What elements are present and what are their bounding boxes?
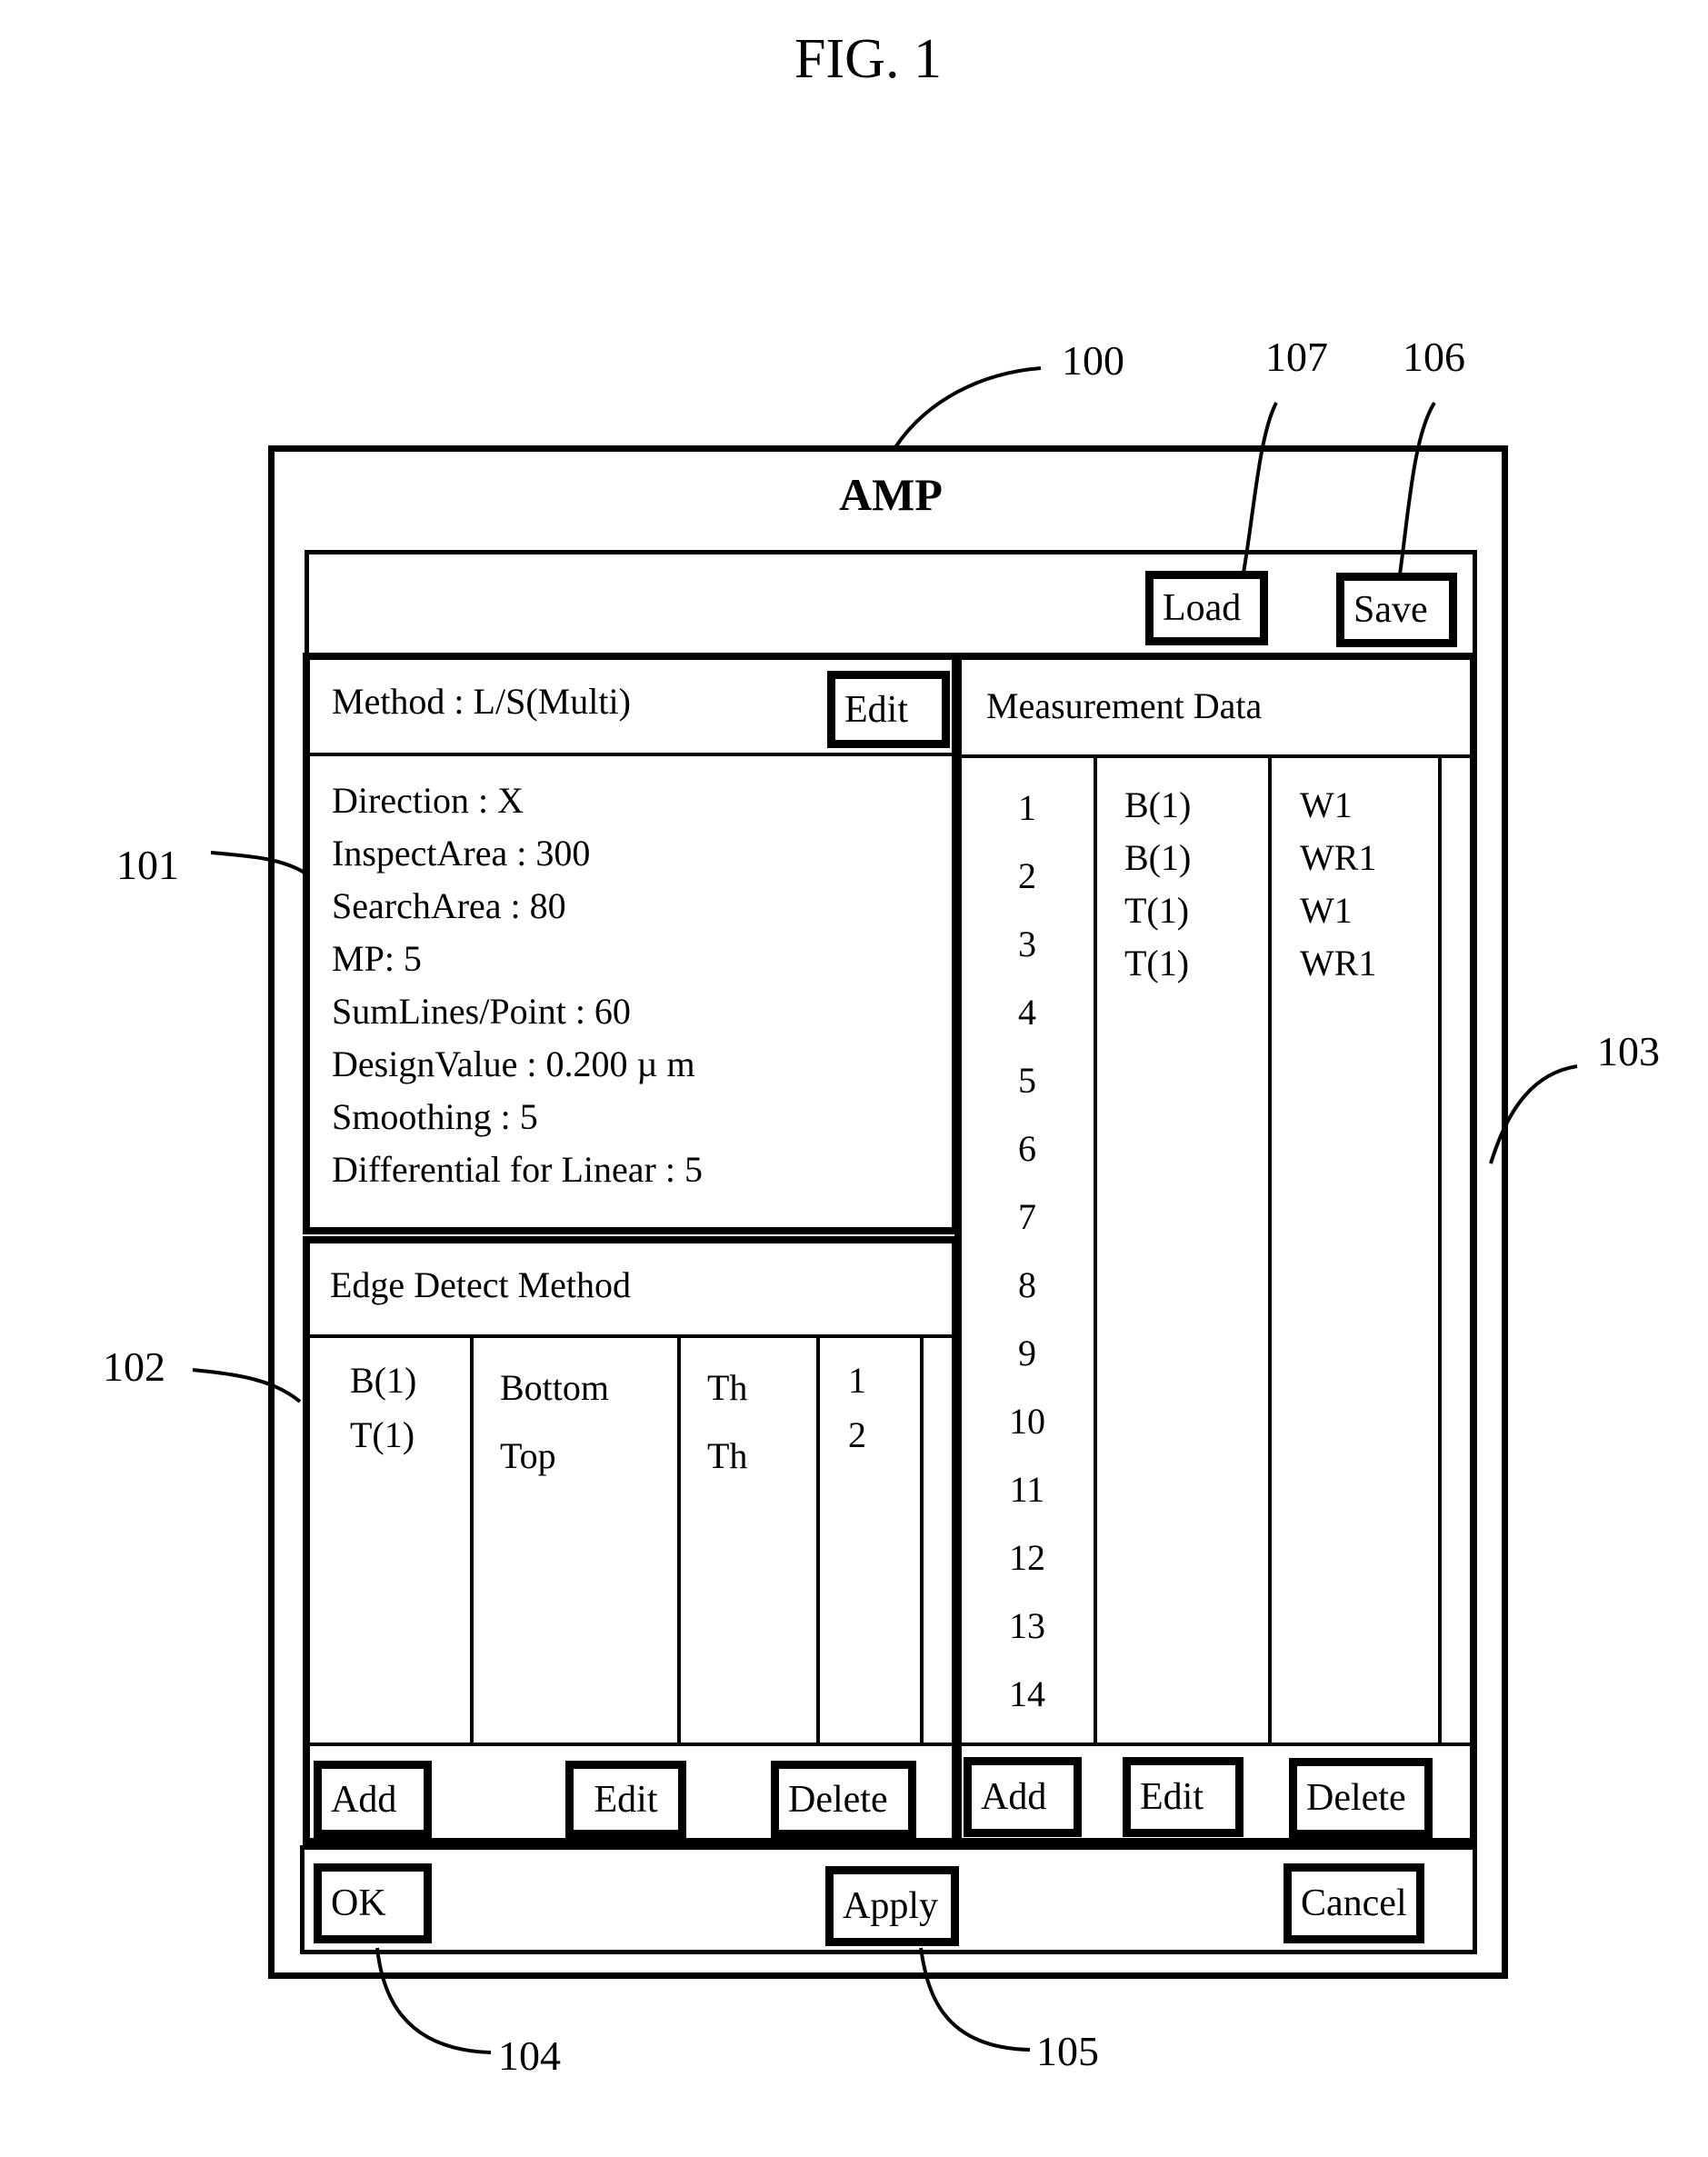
edge-row-position[interactable]: Bottom — [500, 1366, 609, 1409]
edge-edit-button[interactable]: Edit — [565, 1761, 686, 1838]
param-inspect-area: InspectArea : 300 — [332, 833, 591, 874]
param-search-area: SearchArea : 80 — [332, 885, 566, 926]
callout-105: 105 — [1036, 2028, 1099, 2074]
edge-row-number[interactable]: 2 — [848, 1413, 866, 1456]
apply-button[interactable]: Apply — [825, 1866, 959, 1946]
param-direction: Direction : X — [332, 780, 524, 821]
measurement-header: Measurement Data — [986, 685, 1263, 726]
column-divider — [816, 1336, 820, 1745]
divider — [309, 1334, 953, 1338]
edge-detect-panel — [303, 1236, 959, 1845]
edge-row-method[interactable]: Th — [707, 1434, 747, 1477]
edge-add-button[interactable]: Add — [314, 1761, 432, 1838]
divider — [309, 1743, 953, 1746]
column-divider — [1094, 756, 1097, 1744]
edge-row-id[interactable]: B(1) — [350, 1359, 416, 1402]
divider — [307, 753, 954, 756]
edge-row-number[interactable]: 1 — [848, 1359, 866, 1402]
measurement-row-number[interactable]: 8 — [982, 1263, 1073, 1306]
measurement-scrollbar[interactable] — [1442, 756, 1469, 1744]
measurement-entry-type[interactable]: WR1 — [1300, 836, 1376, 879]
save-button[interactable]: Save — [1336, 573, 1457, 647]
measurement-entry-edge[interactable]: T(1) — [1124, 942, 1189, 984]
measurement-row-number[interactable]: 2 — [982, 854, 1073, 897]
callout-103: 103 — [1597, 1028, 1660, 1074]
method-header: Method : L/S(Multi) — [332, 681, 631, 722]
measurement-row-number[interactable]: 14 — [982, 1673, 1073, 1715]
measurement-row-number[interactable]: 6 — [982, 1127, 1073, 1170]
measurement-panel — [954, 653, 1477, 1845]
measurement-entry-edge[interactable]: T(1) — [1124, 889, 1189, 932]
figure-title: FIG. 1 — [794, 28, 942, 90]
edge-row-position[interactable]: Top — [500, 1434, 556, 1477]
callout-101: 101 — [116, 842, 179, 888]
measurement-row-number[interactable]: 7 — [982, 1195, 1073, 1238]
param-smoothing: Smoothing : 5 — [332, 1096, 538, 1137]
param-mp: MP: 5 — [332, 938, 422, 979]
measurement-row-number[interactable]: 12 — [982, 1536, 1073, 1579]
measurement-entry-edge[interactable]: B(1) — [1124, 784, 1191, 826]
load-button[interactable]: Load — [1145, 571, 1268, 645]
measurement-row-number[interactable]: 10 — [982, 1400, 1073, 1443]
measurement-row-number[interactable]: 5 — [982, 1059, 1073, 1102]
measurement-row-number[interactable]: 9 — [982, 1332, 1073, 1374]
column-divider — [677, 1336, 681, 1745]
cancel-button[interactable]: Cancel — [1283, 1863, 1424, 1943]
ok-button[interactable]: OK — [314, 1863, 432, 1943]
callout-107: 107 — [1265, 334, 1328, 380]
toolbar — [305, 550, 1477, 659]
edge-row-id[interactable]: T(1) — [350, 1413, 415, 1456]
edge-header: Edge Detect Method — [330, 1264, 631, 1305]
edge-delete-button[interactable]: Delete — [771, 1761, 916, 1838]
callout-102: 102 — [103, 1343, 165, 1390]
measurement-delete-button[interactable]: Delete — [1289, 1758, 1433, 1838]
measurement-entry-type[interactable]: WR1 — [1300, 942, 1376, 984]
param-differential: Differential for Linear : 5 — [332, 1149, 703, 1190]
measurement-edit-button[interactable]: Edit — [1123, 1757, 1244, 1837]
edge-row-method[interactable]: Th — [707, 1366, 747, 1409]
method-edit-button[interactable]: Edit — [827, 671, 950, 748]
leader-100 — [894, 366, 1042, 449]
column-divider — [470, 1336, 474, 1745]
window-title: AMP — [839, 469, 943, 520]
measurement-row-number[interactable]: 11 — [982, 1468, 1073, 1511]
divider — [962, 1743, 1471, 1746]
measurement-entry-type[interactable]: W1 — [1300, 889, 1353, 932]
column-divider — [1268, 756, 1272, 1744]
callout-104: 104 — [498, 2032, 561, 2079]
edge-scrollbar[interactable] — [924, 1336, 951, 1745]
callout-106: 106 — [1403, 334, 1465, 380]
callout-100: 100 — [1062, 337, 1124, 384]
measurement-row-number[interactable]: 13 — [982, 1604, 1073, 1647]
measurement-entry-edge[interactable]: B(1) — [1124, 836, 1191, 879]
param-design-value: DesignValue : 0.200 µ m — [332, 1044, 695, 1084]
divider — [962, 754, 1471, 758]
param-sumlines: SumLines/Point : 60 — [332, 991, 631, 1032]
measurement-entry-type[interactable]: W1 — [1300, 784, 1353, 826]
measurement-row-number[interactable]: 1 — [982, 786, 1073, 829]
measurement-row-number[interactable]: 4 — [982, 991, 1073, 1034]
measurement-row-number[interactable]: 3 — [982, 923, 1073, 965]
measurement-add-button[interactable]: Add — [964, 1757, 1082, 1837]
